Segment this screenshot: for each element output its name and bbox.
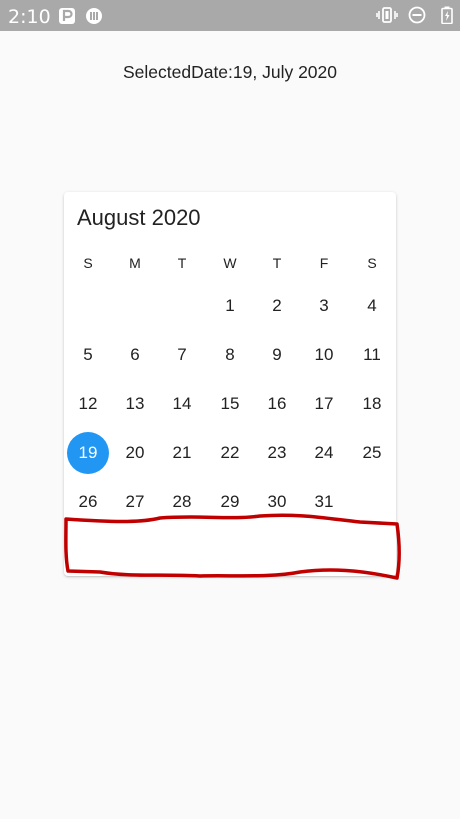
day-cell[interactable]: 21 — [161, 432, 203, 474]
weekday-label: S — [83, 255, 93, 271]
selected-date-label: SelectedDate:19, July 2020 — [122, 62, 338, 82]
day-cell[interactable]: 2 — [256, 285, 298, 327]
weekday-label: F — [319, 255, 329, 271]
day-cell[interactable]: 18 — [351, 383, 393, 425]
day-cell[interactable]: 6 — [114, 334, 156, 376]
day-cell[interactable]: 20 — [114, 432, 156, 474]
status-bar: 2:10 — [0, 0, 460, 31]
media-icon — [86, 8, 102, 24]
day-cell[interactable]: 14 — [161, 383, 203, 425]
day-cell[interactable]: 3 — [303, 285, 345, 327]
day-cell[interactable]: 22 — [209, 432, 251, 474]
status-time: 2:10 — [8, 6, 51, 28]
day-cell[interactable]: 28 — [161, 481, 203, 523]
vibrate-icon — [376, 7, 398, 23]
day-cell[interactable]: 10 — [303, 334, 345, 376]
day-cell[interactable]: 4 — [351, 285, 393, 327]
weekday-label: T — [272, 255, 282, 271]
day-cell[interactable]: 23 — [256, 432, 298, 474]
day-cell[interactable]: 7 — [161, 334, 203, 376]
do-not-disturb-icon — [408, 6, 426, 24]
day-cell[interactable]: 27 — [114, 481, 156, 523]
day-cell[interactable]: 17 — [303, 383, 345, 425]
day-cell[interactable]: 13 — [114, 383, 156, 425]
day-cell[interactable]: 15 — [209, 383, 251, 425]
day-cell[interactable]: 11 — [351, 334, 393, 376]
day-cell[interactable]: 8 — [209, 334, 251, 376]
day-cell[interactable]: 30 — [256, 481, 298, 523]
parking-icon — [59, 8, 75, 24]
weekday-label: W — [223, 255, 237, 271]
day-cell[interactable]: 24 — [303, 432, 345, 474]
selected-day-cell[interactable]: 19 — [67, 432, 109, 474]
weekday-label: S — [367, 255, 377, 271]
weekday-label: M — [129, 255, 141, 271]
day-cell[interactable]: 1 — [209, 285, 251, 327]
day-cell[interactable]: 26 — [67, 481, 109, 523]
day-cell[interactable]: 12 — [67, 383, 109, 425]
day-cell[interactable]: 5 — [67, 334, 109, 376]
day-cell[interactable]: 31 — [303, 481, 345, 523]
weekday-label: T — [177, 255, 187, 271]
day-cell[interactable]: 16 — [256, 383, 298, 425]
day-cell[interactable]: 9 — [256, 334, 298, 376]
day-cell[interactable]: 29 — [209, 481, 251, 523]
battery-charging-icon — [441, 6, 453, 24]
day-cell[interactable]: 25 — [351, 432, 393, 474]
month-title: August 2020 — [77, 205, 201, 230]
calendar-card: August 2020 SMTWTFS 1 2 3 4 5 6 7 8 9 10 11 12 13 14 1… — [64, 192, 396, 576]
